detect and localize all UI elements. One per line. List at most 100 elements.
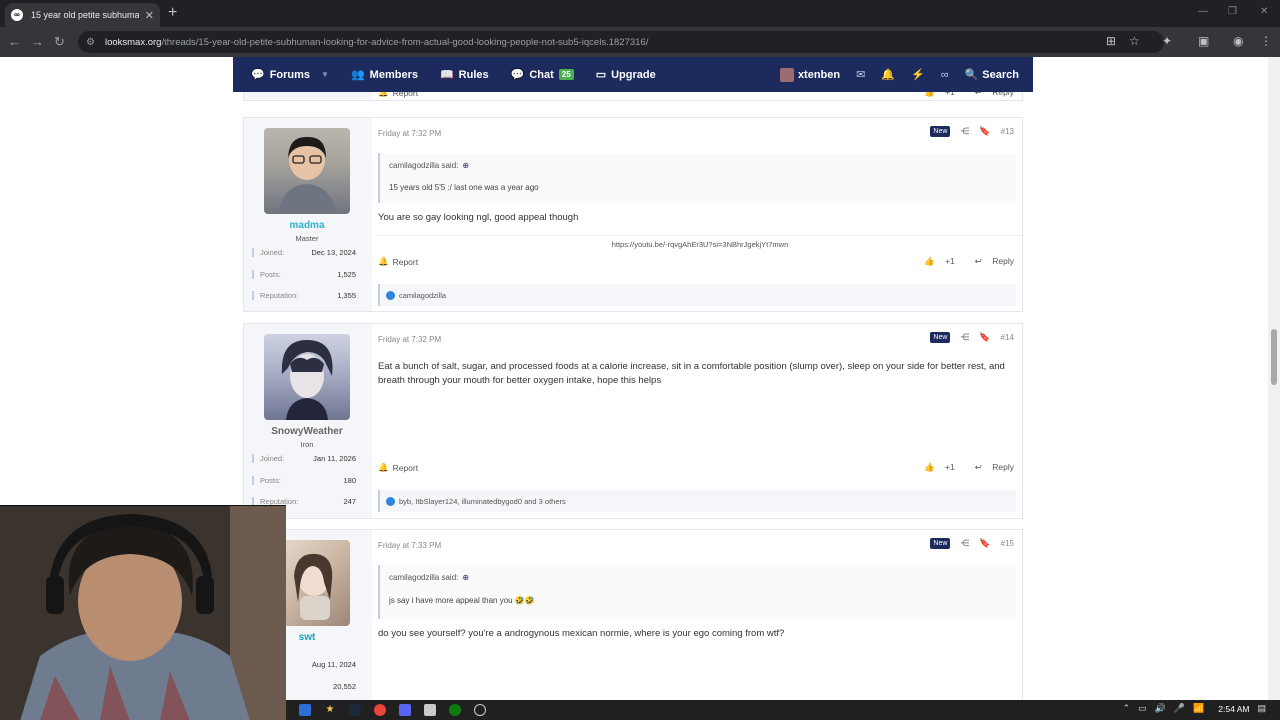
site-info-icon[interactable]: ⚙ <box>86 37 95 48</box>
outlook-icon[interactable] <box>299 704 311 716</box>
extensions-icon[interactable]: ✦ <box>1162 34 1172 48</box>
windows-taskbar: ★ ⌃ ▭ 🔊 🎤 📶 2:54 AM ▤ <box>286 700 1280 720</box>
post-number[interactable]: #14 <box>1001 333 1014 342</box>
post-14: SnowyWeather Iron Joined: Jan 11, 2026 Po… <box>243 323 1023 519</box>
webcam-overlay <box>0 505 286 720</box>
system-tray: ⌃ ▭ 🔊 🎤 📶 2:54 AM ▤ <box>1123 703 1266 714</box>
report-button[interactable]: 🔔 Report <box>378 256 418 267</box>
report-button[interactable]: 🔔 Report <box>378 462 418 473</box>
new-tab-button[interactable]: + <box>168 4 177 22</box>
infinity-icon[interactable]: ∞ <box>941 69 949 81</box>
quote-block: camilagodzilla said: ⊕ 15 years old 5'5 :… <box>378 153 1016 203</box>
minimize-icon[interactable]: — <box>1198 6 1208 17</box>
bookmark-icon[interactable]: 🔖 <box>979 332 990 343</box>
avatar[interactable] <box>264 128 350 214</box>
inbox-icon[interactable]: ✉ <box>856 68 865 81</box>
like-button[interactable]: 👍 +1 <box>916 256 955 267</box>
user-title: Iron <box>300 440 314 449</box>
post-date[interactable]: Friday at 7:33 PM <box>378 541 441 550</box>
file-icon[interactable] <box>424 704 436 716</box>
notifications-icon[interactable]: 🔔 <box>881 68 895 81</box>
reload-icon[interactable]: ↻ <box>54 34 65 50</box>
book-icon: 📖 <box>439 69 454 81</box>
reply-button[interactable]: ↩ Reply <box>967 256 1014 267</box>
wifi-icon[interactable]: 📶 <box>1193 703 1204 714</box>
new-badge: New <box>930 538 951 549</box>
stat-joined: Joined: Jan 11, 2026 <box>252 454 356 463</box>
nav-forums[interactable]: 💬 Forums ▼ <box>251 68 329 82</box>
clock[interactable]: 2:54 AM <box>1218 704 1249 714</box>
xbox-icon[interactable] <box>449 704 461 716</box>
signature-link[interactable]: https://youtu.be/-rqvgAhEr3U?si=3NBhrJge… <box>378 235 1022 249</box>
nav-members[interactable]: 👥 Members <box>350 68 418 82</box>
quote-text: js say i have more appeal than you 🤣🤣 <box>389 596 535 605</box>
close-tab-icon[interactable]: ✕ <box>145 9 154 22</box>
thumbs-up-icon: 👍 <box>924 462 935 472</box>
steam-icon[interactable] <box>349 704 361 716</box>
volume-icon[interactable]: 🔊 <box>1155 703 1166 714</box>
share-icon[interactable]: ⋲ <box>960 126 969 137</box>
browser-tab[interactable]: ∞ 15 year old petite subhuman lo ✕ <box>5 3 160 27</box>
battery-icon[interactable]: ▭ <box>1138 703 1147 714</box>
scrollbar-thumb[interactable] <box>1271 329 1277 385</box>
nav-upgrade[interactable]: ▭ Upgrade <box>596 68 656 82</box>
site-favicon-icon: ∞ <box>11 9 23 21</box>
chevron-up-icon[interactable]: ⌃ <box>1123 703 1131 714</box>
quote-author[interactable]: camilagodzilla said: <box>389 573 458 582</box>
post-number[interactable]: #13 <box>1001 127 1014 136</box>
go-to-quote-icon[interactable]: ⊕ <box>462 573 469 582</box>
quote-text: 15 years old 5'5 :/ last one was a year … <box>389 183 539 192</box>
lightning-icon[interactable]: ⚡ <box>911 68 925 81</box>
search-icon: 🔍 <box>964 69 979 81</box>
post-date[interactable]: Friday at 7:32 PM <box>378 335 441 344</box>
user-menu[interactable]: xtenben <box>779 67 840 82</box>
username[interactable]: madma <box>244 220 370 231</box>
address-bar[interactable]: ⚙ looksmax.org/threads/15-year-old-petit… <box>78 31 1164 53</box>
back-icon[interactable]: ← <box>8 34 21 49</box>
new-badge: New <box>930 126 951 137</box>
bookmark-star-icon[interactable]: ☆ <box>1129 34 1140 48</box>
share-icon[interactable]: ⋲ <box>960 332 969 343</box>
post-date[interactable]: Friday at 7:32 PM <box>378 129 441 138</box>
page-scrollbar[interactable] <box>1268 57 1280 700</box>
stat-posts: Posts: 1,525 <box>252 270 356 279</box>
username[interactable]: SnowyWeather <box>244 426 370 437</box>
share-icon[interactable]: ⋲ <box>960 538 969 549</box>
reactions-bar[interactable]: byb, ItbSlayer124, illuminatedbygod0 and… <box>378 490 1016 512</box>
post-actions: 🔔 Report 👍 +1 ↩ Reply <box>378 462 1014 473</box>
bookmark-icon[interactable]: 🔖 <box>979 538 990 549</box>
tab-search-icon[interactable]: ▣ <box>1198 34 1209 48</box>
forward-icon[interactable]: → <box>31 34 44 49</box>
avatar[interactable] <box>264 334 350 420</box>
close-window-icon[interactable]: ✕ <box>1260 6 1268 17</box>
quote-author[interactable]: camilagodzilla said: <box>389 161 458 170</box>
profile-icon[interactable]: ◉ <box>1233 34 1243 48</box>
like-reaction-icon <box>386 496 395 506</box>
bell-icon: 🔔 <box>378 256 389 266</box>
users-icon: 👥 <box>350 69 365 81</box>
go-to-quote-icon[interactable]: ⊕ <box>462 161 469 170</box>
thumbs-up-icon: 👍 <box>924 256 935 266</box>
post-body: Eat a bunch of salt, sugar, and processe… <box>378 361 1005 386</box>
like-button[interactable]: 👍 +1 <box>916 462 955 473</box>
star-app-icon[interactable]: ★ <box>324 704 336 716</box>
chat-count-badge: 25 <box>558 69 574 80</box>
menu-icon[interactable]: ⋮ <box>1260 34 1272 48</box>
notifications-icon[interactable]: ▤ <box>1257 703 1266 714</box>
chrome-icon[interactable] <box>374 704 386 716</box>
maximize-icon[interactable]: ❐ <box>1228 6 1237 17</box>
nav-chat[interactable]: 💬 Chat 25 <box>511 68 574 81</box>
discord-icon[interactable] <box>399 704 411 716</box>
reply-button[interactable]: ↩ Reply <box>967 462 1014 473</box>
reactions-bar[interactable]: camilagodzilla <box>378 284 1016 306</box>
nav-rules[interactable]: 📖 Rules <box>439 68 489 82</box>
bookmark-icon[interactable]: 🔖 <box>979 126 990 137</box>
like-reaction-icon <box>386 290 395 300</box>
app-icon[interactable] <box>474 704 486 716</box>
search-button[interactable]: 🔍 Search <box>964 68 1019 82</box>
post-number[interactable]: #15 <box>1001 539 1014 548</box>
mic-icon[interactable]: 🎤 <box>1174 703 1185 714</box>
install-app-icon[interactable]: ⊞ <box>1106 34 1116 48</box>
tab-title: 15 year old petite subhuman lo <box>30 10 139 20</box>
user-info-pane: madma Master Joined: Dec 13, 2024 Posts: 1… <box>244 118 372 311</box>
